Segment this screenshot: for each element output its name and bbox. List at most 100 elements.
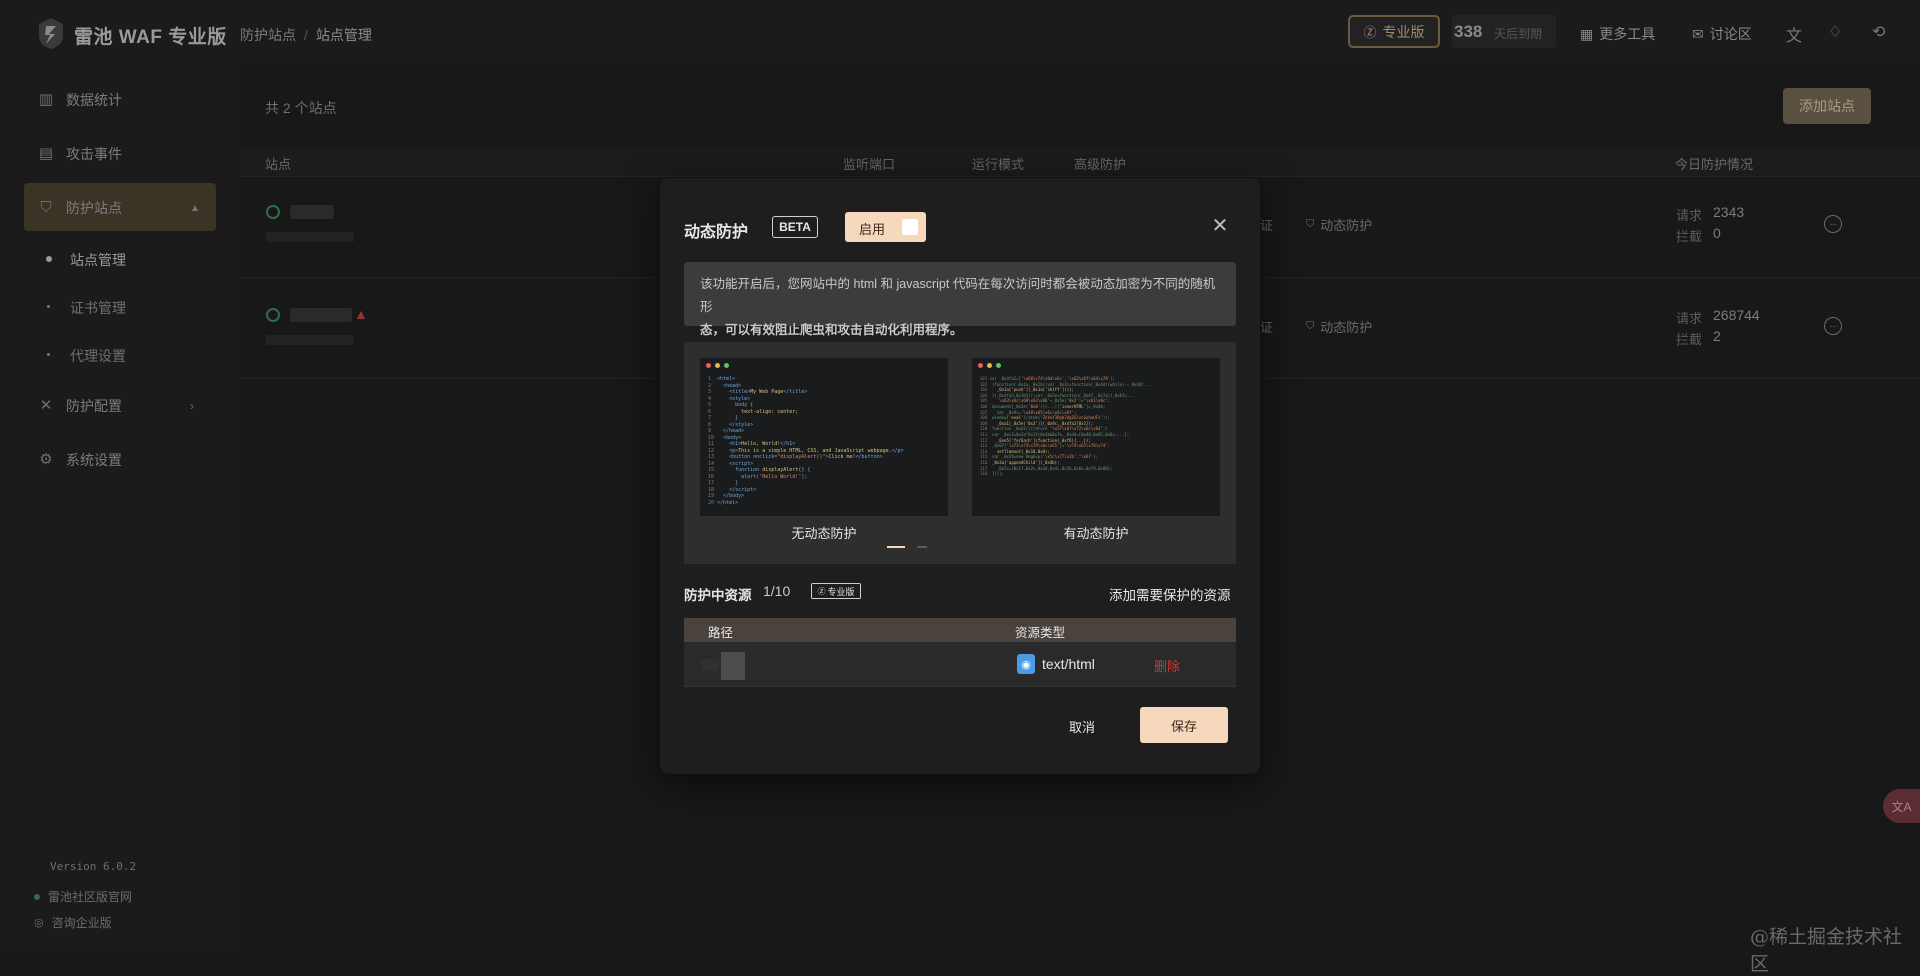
sidebar-subitem-site-management[interactable]: 站点管理 <box>70 250 126 270</box>
site-count: 共 2 个站点 <box>265 100 337 116</box>
site-url-redacted <box>266 232 354 242</box>
breadcrumb-separator: / <box>304 27 308 43</box>
browser-icon: ◉ <box>1017 654 1035 674</box>
requests-label: 请求 <box>1676 311 1703 326</box>
shirt-icon[interactable]: ♢ <box>1828 22 1842 42</box>
column-header-mode: 运行模式 <box>972 157 1025 172</box>
window-dots <box>706 363 729 368</box>
plain-code-picture: 1 <html> 2 <head> 3 <title>My Web Page</… <box>708 376 904 506</box>
pro-logo-icon: Ⓩ <box>1363 25 1377 40</box>
logo-icon <box>39 18 63 49</box>
column-header-path: 路径 <box>708 626 734 640</box>
dynamic-protection-label: 动态防护 <box>1320 218 1373 233</box>
pro-badge-label: 专业版 <box>827 586 855 597</box>
enable-toggle[interactable]: 启用 <box>845 212 926 242</box>
shield-icon: ⛉ <box>1306 320 1315 332</box>
preview-image-with-protection: 101 var _0x4fa2=['\x68\x74\x6d\x6c','\x6… <box>972 358 1220 516</box>
globe-icon <box>266 308 280 322</box>
community-site-link[interactable]: 雷池社区版官网 <box>34 888 132 905</box>
logout-icon[interactable]: ⟲ <box>1872 22 1885 42</box>
sub-item-dot <box>46 256 52 262</box>
obfuscated-code-picture: 101 var _0x4fa2=['\x68\x74\x6d\x6c','\x6… <box>980 376 1151 477</box>
sidebar-item-protection-config[interactable]: ✕ 防护配置 › <box>38 396 194 416</box>
app-title: 雷池 WAF 专业版 <box>74 27 227 48</box>
pro-badge: Ⓩ 专业版 <box>811 583 861 599</box>
info-line: 该功能开启后，您网站中的 html 和 javascript 代码在每次访问时都… <box>700 277 1216 314</box>
blocked-value: 2 <box>1713 328 1721 344</box>
delete-resource-button[interactable]: 删除 <box>1154 656 1180 675</box>
cert-label: 证 <box>1260 218 1274 233</box>
globe-icon <box>266 205 280 219</box>
beta-badge: BETA <box>772 216 818 238</box>
sidebar-item-label: 攻击事件 <box>66 146 122 162</box>
version-text: Version 6.0.2 <box>50 860 137 873</box>
license-days-label: 天后到期 <box>1494 27 1543 41</box>
sidebar-item-label: 系统设置 <box>66 452 122 468</box>
blocked-label: 拦截 <box>1676 332 1703 347</box>
license-counter: 338 天后到期 <box>1452 15 1556 48</box>
more-tools-label: 更多工具 <box>1599 26 1656 42</box>
requests-value: 2343 <box>1713 204 1745 220</box>
protected-resources-count: 1/10 <box>763 583 791 599</box>
cancel-button[interactable]: 取消 <box>1052 708 1112 744</box>
sidebar-item-stats[interactable]: ▥ 数据统计 <box>38 90 122 110</box>
preview-image-without-protection: 1 <html> 2 <head> 3 <title>My Web Page</… <box>700 358 948 516</box>
breadcrumb-item-current: 站点管理 <box>315 27 372 43</box>
column-header-advanced: 高级防护 <box>1074 157 1127 172</box>
sidebar-item-label: 防护站点 <box>66 200 122 216</box>
sidebar-subitem-certificates[interactable]: 证书管理 <box>70 298 126 318</box>
dynamic-protection-tag[interactable]: ⛉ 动态防护 <box>1306 215 1372 234</box>
translate-icon: 文A <box>1891 799 1912 814</box>
save-button[interactable]: 保存 <box>1140 707 1228 743</box>
toggle-knob <box>902 219 918 235</box>
add-resource-link[interactable]: 添加需要保护的资源 <box>1109 584 1231 604</box>
help-icon: ◎ <box>34 917 44 929</box>
column-header-port: 监听端口 <box>843 157 896 172</box>
enable-toggle-label: 启用 <box>859 222 886 237</box>
bar-chart-icon: ▥ <box>38 91 54 108</box>
tools-icon: ✕ <box>39 397 53 414</box>
language-icon[interactable]: 文 <box>1786 22 1802 46</box>
info-description: 该功能开启后，您网站中的 html 和 javascript 代码在每次访问时都… <box>684 262 1236 337</box>
sidebar-subitem-proxy[interactable]: 代理设置 <box>70 346 126 366</box>
column-header-type: 资源类型 <box>1015 626 1066 640</box>
license-days: 338 <box>1454 22 1483 41</box>
path-redacted-faint <box>701 659 719 671</box>
shield-icon: ⛉ <box>1306 218 1315 230</box>
window-dots <box>978 363 1001 368</box>
dynamic-protection-label: 动态防护 <box>1320 320 1373 335</box>
close-icon[interactable]: ✕ <box>1210 216 1230 236</box>
add-site-button[interactable]: 添加站点 <box>1783 88 1871 124</box>
requests-label: 请求 <box>1676 208 1703 223</box>
carousel-indicator[interactable] <box>917 546 927 548</box>
site-url-redacted <box>266 335 354 345</box>
pro-logo-icon: Ⓩ <box>817 586 826 596</box>
forum-link[interactable]: ✉ 讨论区 <box>1692 24 1752 44</box>
carousel-indicator-active[interactable] <box>887 546 905 548</box>
more-tools-link[interactable]: ▦ 更多工具 <box>1580 24 1655 44</box>
translate-float-button[interactable]: 文A <box>1883 789 1920 823</box>
pro-edition-button[interactable]: Ⓩ 专业版 <box>1348 15 1440 48</box>
sidebar-item-settings[interactable]: ⚙ 系统设置 <box>38 450 122 470</box>
preview-carousel: 1 <html> 2 <head> 3 <title>My Web Page</… <box>684 342 1236 564</box>
preview-caption-with: 有动态防护 <box>1063 526 1129 541</box>
sub-item-dot <box>47 353 50 356</box>
path-redacted <box>721 652 745 680</box>
resources-table-header: 路径 资源类型 <box>684 618 1236 642</box>
chevron-right-icon: › <box>190 399 194 413</box>
more-actions-icon[interactable]: ··· <box>1824 317 1842 335</box>
dynamic-protection-dialog: 动态防护 BETA 启用 ✕ 该功能开启后，您网站中的 html 和 javas… <box>660 178 1260 774</box>
grid-icon: ▦ <box>1580 25 1594 42</box>
protected-resources-title: 防护中资源 <box>684 588 752 603</box>
watermark: @稀土掘金技术社区 <box>1750 926 1903 975</box>
sidebar-item-attacks[interactable]: ▤ 攻击事件 <box>38 144 122 164</box>
sidebar-item-sites[interactable]: ⛉ 防护站点 ▲ <box>38 198 200 218</box>
more-actions-icon[interactable]: ··· <box>1824 215 1842 233</box>
blocked-label: 拦截 <box>1676 229 1703 244</box>
dynamic-protection-tag[interactable]: ⛉ 动态防护 <box>1306 317 1372 336</box>
resource-type: text/html <box>1042 656 1095 672</box>
breadcrumb-item[interactable]: 防护站点 <box>240 27 296 43</box>
status-dot <box>34 893 40 900</box>
enterprise-link[interactable]: ◎ 咨询企业版 <box>34 914 112 931</box>
calendar-icon: ▤ <box>38 145 54 162</box>
